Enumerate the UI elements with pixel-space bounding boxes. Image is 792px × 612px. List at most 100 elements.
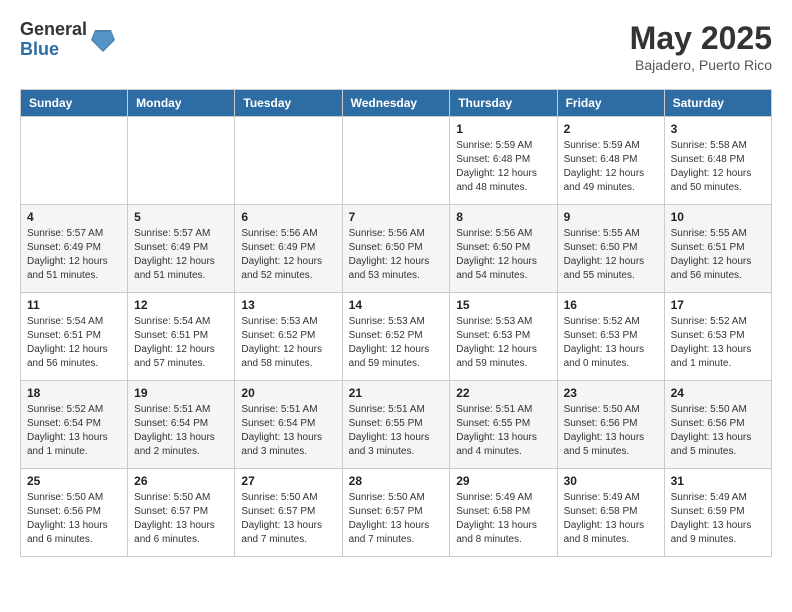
title-block: May 2025 Bajadero, Puerto Rico	[630, 20, 772, 73]
calendar-cell: 24Sunrise: 5:50 AM Sunset: 6:56 PM Dayli…	[664, 381, 771, 469]
calendar-cell: 2 Sunrise: 5:59 AM Sunset: 6:48 PM Daylig…	[557, 117, 664, 205]
day-info: Sunrise: 5:54 AM Sunset: 6:51 PM Dayligh…	[27, 315, 121, 371]
day-info: Sunrise: 5:54 AM Sunset: 6:51 PM Dayligh…	[134, 315, 228, 371]
calendar-cell: 19 Sunrise: 5:51 AM Sunset: 6:54 PM Dayli…	[128, 381, 235, 469]
day-info: Sunrise: 5:50 AM Sunset: 6:57 PM Dayligh…	[134, 491, 228, 547]
weekday-header-thursday: Thursday	[450, 90, 557, 117]
day-info: Sunrise: 5:55 AM Sunset: 6:50 PM Dayligh…	[564, 227, 658, 283]
calendar-cell: 8 Sunrise: 5:56 AM Sunset: 6:50 PM Daylig…	[450, 205, 557, 293]
day-info: Sunrise: 5:57 AM Sunset: 6:49 PM Dayligh…	[134, 227, 228, 283]
calendar-cell: 7Sunrise: 5:56 AM Sunset: 6:50 PM Daylig…	[342, 205, 450, 293]
day-number: 3	[671, 122, 765, 136]
day-number: 25	[27, 474, 121, 488]
calendar-cell: 10Sunrise: 5:55 AM Sunset: 6:51 PM Dayli…	[664, 205, 771, 293]
day-info: Sunrise: 5:51 AM Sunset: 6:55 PM Dayligh…	[456, 403, 550, 459]
day-number: 29	[456, 474, 550, 488]
day-number: 31	[671, 474, 765, 488]
day-number: 13	[241, 298, 335, 312]
logo-blue-text: Blue	[20, 40, 87, 60]
day-info: Sunrise: 5:52 AM Sunset: 6:53 PM Dayligh…	[671, 315, 765, 371]
day-info: Sunrise: 5:50 AM Sunset: 6:57 PM Dayligh…	[349, 491, 444, 547]
day-number: 12	[134, 298, 228, 312]
calendar-cell: 22 Sunrise: 5:51 AM Sunset: 6:55 PM Dayli…	[450, 381, 557, 469]
day-number: 9	[564, 210, 658, 224]
day-number: 27	[241, 474, 335, 488]
calendar-cell: 27Sunrise: 5:50 AM Sunset: 6:57 PM Dayli…	[235, 469, 342, 557]
day-number: 8	[456, 210, 550, 224]
day-info: Sunrise: 5:56 AM Sunset: 6:50 PM Dayligh…	[456, 227, 550, 283]
day-info: Sunrise: 5:50 AM Sunset: 6:56 PM Dayligh…	[671, 403, 765, 459]
day-number: 15	[456, 298, 550, 312]
calendar-cell: 26 Sunrise: 5:50 AM Sunset: 6:57 PM Dayli…	[128, 469, 235, 557]
day-number: 19	[134, 386, 228, 400]
day-info: Sunrise: 5:57 AM Sunset: 6:49 PM Dayligh…	[27, 227, 121, 283]
calendar-week-row: 1Sunrise: 5:59 AM Sunset: 6:48 PM Daylig…	[21, 117, 772, 205]
logo: General Blue	[20, 20, 115, 60]
calendar-cell: 20 Sunrise: 5:51 AM Sunset: 6:54 PM Dayli…	[235, 381, 342, 469]
calendar-cell: 9 Sunrise: 5:55 AM Sunset: 6:50 PM Daylig…	[557, 205, 664, 293]
calendar-cell: 30 Sunrise: 5:49 AM Sunset: 6:58 PM Dayli…	[557, 469, 664, 557]
day-number: 5	[134, 210, 228, 224]
day-info: Sunrise: 5:51 AM Sunset: 6:54 PM Dayligh…	[241, 403, 335, 459]
day-info: Sunrise: 5:58 AM Sunset: 6:48 PM Dayligh…	[671, 139, 765, 195]
calendar-cell: 17 Sunrise: 5:52 AM Sunset: 6:53 PM Dayli…	[664, 293, 771, 381]
calendar-week-row: 18Sunrise: 5:52 AM Sunset: 6:54 PM Dayli…	[21, 381, 772, 469]
day-number: 30	[564, 474, 658, 488]
calendar-cell: 3 Sunrise: 5:58 AM Sunset: 6:48 PM Daylig…	[664, 117, 771, 205]
weekday-header-monday: Monday	[128, 90, 235, 117]
calendar-cell	[128, 117, 235, 205]
calendar-cell	[235, 117, 342, 205]
calendar-cell	[21, 117, 128, 205]
calendar-cell: 18Sunrise: 5:52 AM Sunset: 6:54 PM Dayli…	[21, 381, 128, 469]
day-info: Sunrise: 5:53 AM Sunset: 6:52 PM Dayligh…	[241, 315, 335, 371]
weekday-header-tuesday: Tuesday	[235, 90, 342, 117]
day-number: 28	[349, 474, 444, 488]
calendar-cell	[342, 117, 450, 205]
day-info: Sunrise: 5:51 AM Sunset: 6:54 PM Dayligh…	[134, 403, 228, 459]
calendar-cell: 13 Sunrise: 5:53 AM Sunset: 6:52 PM Dayli…	[235, 293, 342, 381]
day-number: 21	[349, 386, 444, 400]
day-info: Sunrise: 5:53 AM Sunset: 6:53 PM Dayligh…	[456, 315, 550, 371]
calendar-cell: 31Sunrise: 5:49 AM Sunset: 6:59 PM Dayli…	[664, 469, 771, 557]
calendar-week-row: 4 Sunrise: 5:57 AM Sunset: 6:49 PM Daylig…	[21, 205, 772, 293]
logo-general-text: General	[20, 20, 87, 40]
calendar-table: SundayMondayTuesdayWednesdayThursdayFrid…	[20, 89, 772, 557]
calendar-cell: 6Sunrise: 5:56 AM Sunset: 6:49 PM Daylig…	[235, 205, 342, 293]
day-info: Sunrise: 5:59 AM Sunset: 6:48 PM Dayligh…	[456, 139, 550, 195]
weekday-header-friday: Friday	[557, 90, 664, 117]
day-number: 17	[671, 298, 765, 312]
day-number: 14	[349, 298, 444, 312]
weekday-header-sunday: Sunday	[21, 90, 128, 117]
day-info: Sunrise: 5:51 AM Sunset: 6:55 PM Dayligh…	[349, 403, 444, 459]
weekday-header-wednesday: Wednesday	[342, 90, 450, 117]
calendar-cell: 14Sunrise: 5:53 AM Sunset: 6:52 PM Dayli…	[342, 293, 450, 381]
logo-icon	[91, 26, 115, 54]
calendar-cell: 15 Sunrise: 5:53 AM Sunset: 6:53 PM Dayli…	[450, 293, 557, 381]
calendar-cell: 23Sunrise: 5:50 AM Sunset: 6:56 PM Dayli…	[557, 381, 664, 469]
day-info: Sunrise: 5:49 AM Sunset: 6:58 PM Dayligh…	[564, 491, 658, 547]
calendar-cell: 28 Sunrise: 5:50 AM Sunset: 6:57 PM Dayli…	[342, 469, 450, 557]
day-info: Sunrise: 5:56 AM Sunset: 6:49 PM Dayligh…	[241, 227, 335, 283]
day-number: 2	[564, 122, 658, 136]
day-number: 26	[134, 474, 228, 488]
day-number: 10	[671, 210, 765, 224]
calendar-cell: 12 Sunrise: 5:54 AM Sunset: 6:51 PM Dayli…	[128, 293, 235, 381]
calendar-cell: 21 Sunrise: 5:51 AM Sunset: 6:55 PM Dayli…	[342, 381, 450, 469]
weekday-header-saturday: Saturday	[664, 90, 771, 117]
day-info: Sunrise: 5:59 AM Sunset: 6:48 PM Dayligh…	[564, 139, 658, 195]
day-number: 4	[27, 210, 121, 224]
calendar-cell: 16Sunrise: 5:52 AM Sunset: 6:53 PM Dayli…	[557, 293, 664, 381]
day-number: 22	[456, 386, 550, 400]
day-number: 20	[241, 386, 335, 400]
day-info: Sunrise: 5:52 AM Sunset: 6:54 PM Dayligh…	[27, 403, 121, 459]
calendar-week-row: 25 Sunrise: 5:50 AM Sunset: 6:56 PM Dayli…	[21, 469, 772, 557]
calendar-week-row: 11Sunrise: 5:54 AM Sunset: 6:51 PM Dayli…	[21, 293, 772, 381]
calendar-cell: 4 Sunrise: 5:57 AM Sunset: 6:49 PM Daylig…	[21, 205, 128, 293]
calendar-cell: 25 Sunrise: 5:50 AM Sunset: 6:56 PM Dayli…	[21, 469, 128, 557]
calendar-cell: 11Sunrise: 5:54 AM Sunset: 6:51 PM Dayli…	[21, 293, 128, 381]
day-info: Sunrise: 5:50 AM Sunset: 6:56 PM Dayligh…	[564, 403, 658, 459]
day-info: Sunrise: 5:50 AM Sunset: 6:56 PM Dayligh…	[27, 491, 121, 547]
month-title: May 2025	[630, 20, 772, 57]
day-info: Sunrise: 5:52 AM Sunset: 6:53 PM Dayligh…	[564, 315, 658, 371]
day-info: Sunrise: 5:56 AM Sunset: 6:50 PM Dayligh…	[349, 227, 444, 283]
